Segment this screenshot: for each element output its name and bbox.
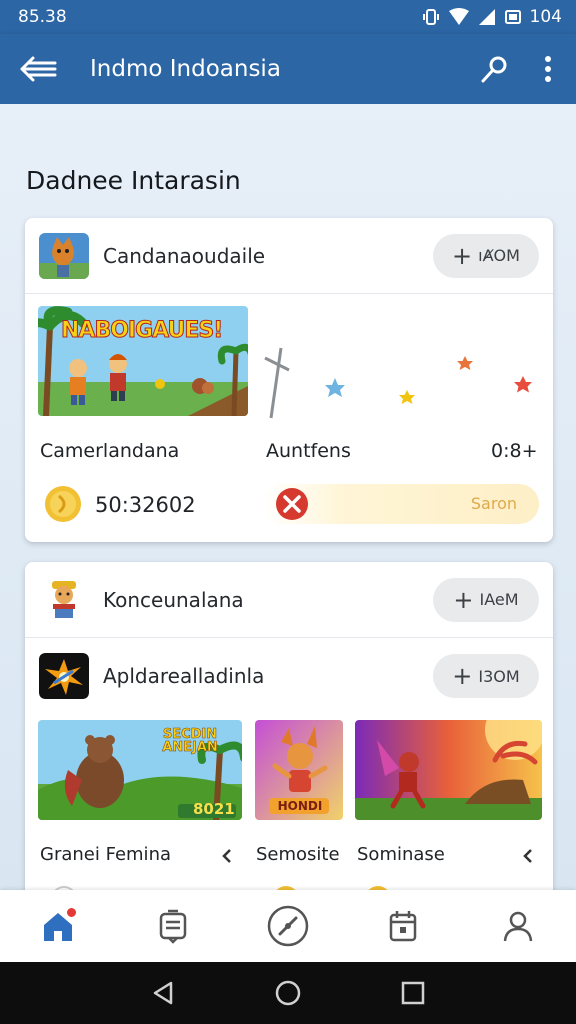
compass-icon [267, 905, 309, 947]
card-2-app2-button-label: I3OM [478, 666, 520, 686]
card-2-app1-add-button[interactable]: + IAeM [433, 577, 539, 622]
card-2-app2-name: Apldarealladinla [103, 664, 265, 688]
fox-app-icon [39, 232, 89, 279]
card-1-progress-bar[interactable]: Saron [263, 484, 539, 524]
search-icon [481, 56, 507, 83]
burst-app-icon [39, 653, 89, 699]
status-bar: 85.38 104 [0, 0, 576, 34]
system-recents-icon[interactable] [399, 979, 427, 1007]
status-time: 85.38 [18, 7, 67, 27]
notification-dot [64, 906, 78, 919]
card-2-thumb-1-text: SECDIN ANEJAN [162, 727, 218, 755]
card-2-thumb-2-text: HONDI [277, 799, 323, 813]
card-1-header: Candanaoudaile + ıȺOM [25, 218, 553, 294]
vibrate-icon [422, 9, 439, 25]
card-2-caption-3: Sominase [357, 844, 445, 865]
card-2-app2-add-button[interactable]: + I3OM [433, 654, 539, 698]
nav-calendar[interactable] [373, 896, 433, 956]
system-back-icon[interactable] [149, 979, 177, 1007]
nav-profile[interactable] [488, 896, 548, 956]
inbox-icon [159, 909, 187, 944]
wifi-icon [448, 8, 469, 25]
section-title: Dadnee Intarasin [26, 166, 241, 195]
card-2-caption-2: Semosite [256, 844, 340, 865]
card-1-app-name: Candanaoudaile [103, 243, 266, 268]
card-2-thumb-1-counter: 8021 [193, 800, 235, 818]
plus-icon: + [453, 585, 474, 614]
card-1-progress-label: Saron [470, 494, 517, 513]
app-card-1[interactable]: Candanaoudaile + ıȺOM NABOIGAUES! Camerl… [25, 218, 553, 542]
card-1-button-label: ıȺOM [478, 246, 520, 265]
app-card-2[interactable]: Konceunalana + IAeM Apldarealladinla + I… [25, 562, 553, 890]
app-bar-title: Indmo Indoansia [90, 56, 281, 82]
more-button[interactable] [536, 49, 560, 89]
nav-inbox[interactable] [143, 896, 203, 956]
hero-app-icon [39, 576, 89, 623]
profile-icon [504, 911, 533, 942]
chevron-left-icon[interactable] [221, 848, 233, 864]
card-2-row-2: Apldarealladinla + I3OM [25, 638, 553, 714]
plus-icon: + [452, 662, 473, 690]
card-2-app1-button-label: IAeM [479, 590, 519, 609]
bottom-nav [0, 890, 576, 962]
card-1-row1-middle: Auntfens [266, 440, 351, 462]
status-icons: 104 [422, 7, 562, 27]
more-vert-icon [545, 56, 551, 82]
status-battery: 104 [529, 7, 562, 27]
card-2-caption-1: Granei Femina [40, 844, 172, 865]
main-content: Dadnee Intarasin Candanaoudaile + ıȺOM N… [0, 104, 576, 890]
plus-icon: + [452, 241, 473, 270]
search-button[interactable] [474, 49, 514, 89]
back-arrow-icon [20, 56, 57, 82]
card-1-decoration [264, 347, 532, 419]
card-1-add-button[interactable]: + ıȺOM [433, 233, 539, 278]
app-bar: Indmo Indoansia [0, 34, 576, 104]
badge-x-icon [276, 488, 308, 520]
signal-icon [478, 9, 495, 25]
battery-icon [504, 10, 521, 24]
coin-icon [45, 486, 81, 522]
card-1-row1-right: 0:8+ [491, 440, 538, 462]
system-nav-bar [0, 962, 576, 1024]
card-2-row-1: Konceunalana + IAeM [25, 562, 553, 638]
back-button[interactable] [18, 49, 58, 89]
nav-explore[interactable] [258, 896, 318, 956]
nav-home[interactable] [28, 896, 88, 956]
chevron-left-icon-2[interactable] [522, 848, 534, 864]
card-2-app1-name: Konceunalana [103, 587, 244, 612]
card-1-coin-value: 50:32602 [95, 493, 196, 517]
card-1-row1-left: Camerlandana [40, 440, 180, 462]
system-home-icon[interactable] [274, 979, 302, 1007]
card-2-thumb-3[interactable] [355, 720, 542, 820]
card-1-banner-text: NABOIGAUES! [61, 318, 224, 344]
calendar-icon [389, 911, 417, 942]
